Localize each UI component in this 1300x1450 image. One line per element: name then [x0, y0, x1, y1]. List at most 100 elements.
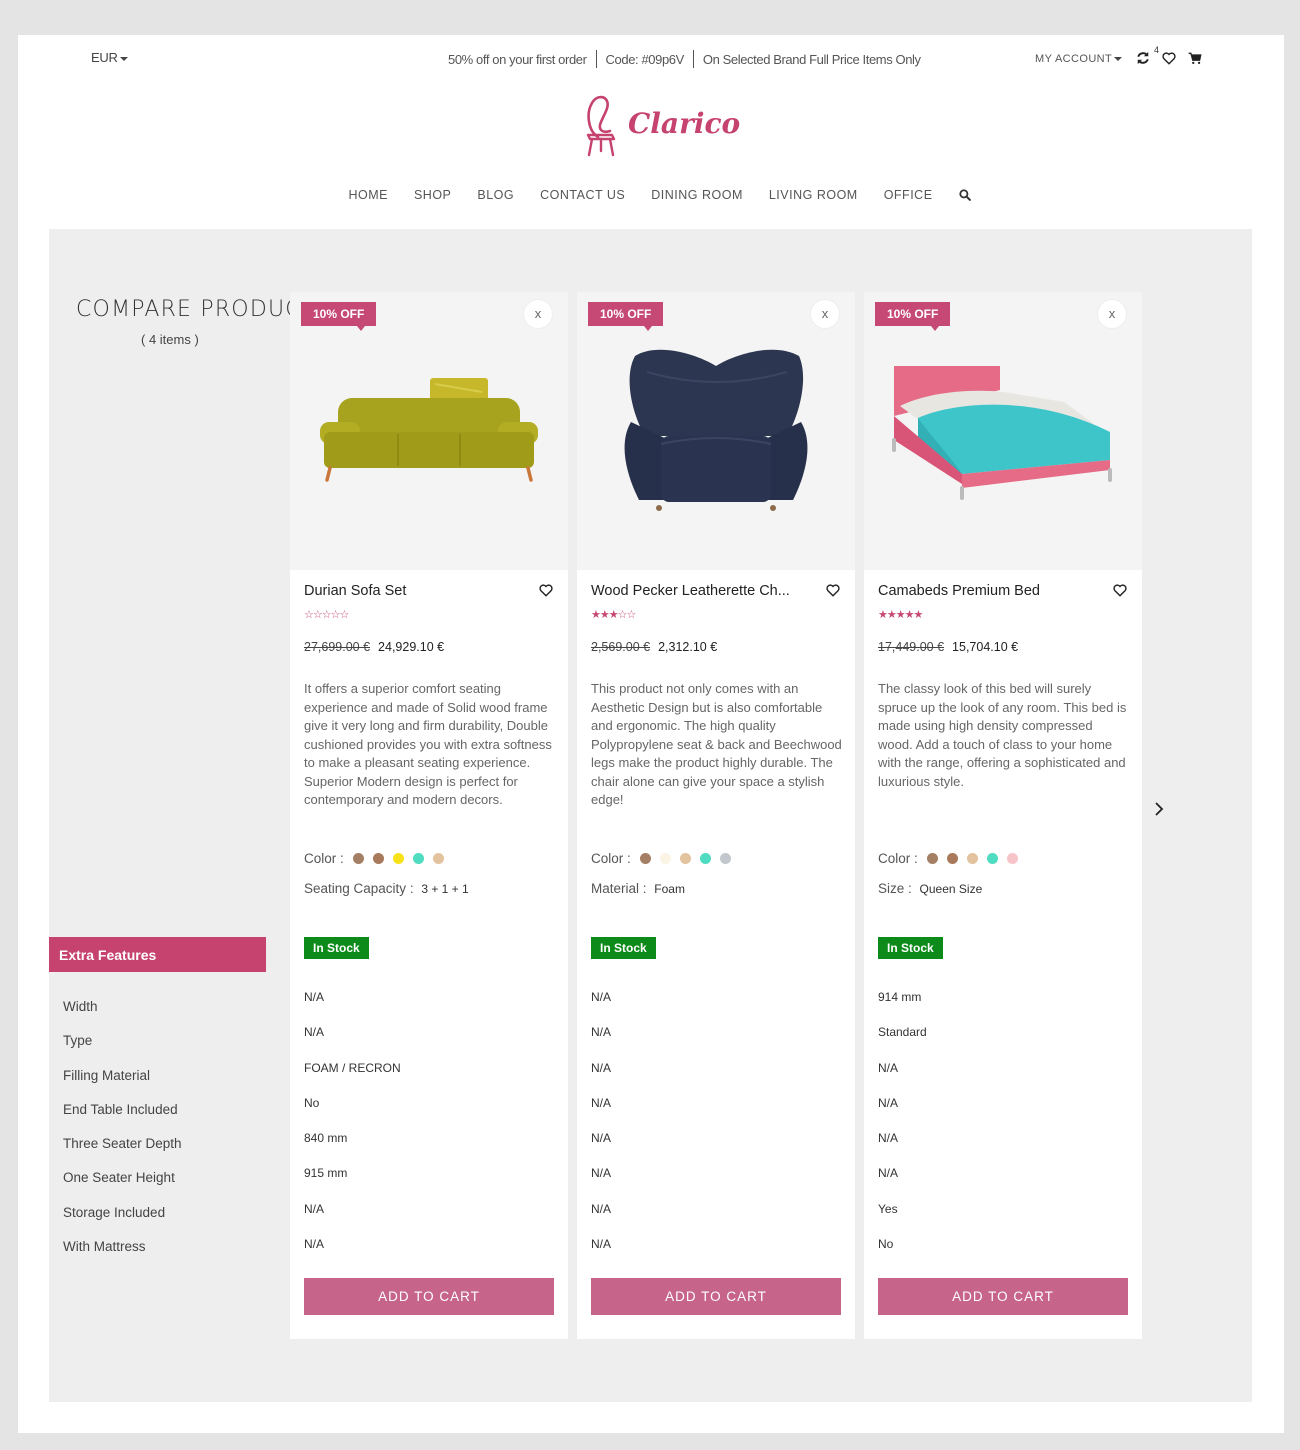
remove-product-button[interactable]: x: [523, 299, 553, 329]
add-to-cart-button[interactable]: ADD TO CART: [304, 1278, 554, 1315]
feature-value: FOAM / RECRON: [304, 1060, 401, 1075]
promo-note: On Selected Brand Full Price Items Only: [702, 51, 921, 67]
old-price: 2,569.00 €: [591, 640, 651, 654]
color-swatch[interactable]: [392, 853, 404, 864]
attribute-value: 3 + 1 + 1: [421, 882, 469, 896]
product-description: It offers a superior comfort seating exp…: [304, 681, 552, 807]
add-to-cart-button[interactable]: ADD TO CART: [591, 1278, 841, 1315]
attribute-value: Foam: [654, 882, 685, 896]
color-options: Color :: [304, 851, 444, 866]
stock-status-badge: In Stock: [304, 937, 369, 959]
color-swatch[interactable]: [1006, 853, 1018, 864]
feature-value: N/A: [304, 990, 325, 1004]
sale-price: 15,704.10 €: [952, 640, 1019, 654]
remove-product-button[interactable]: x: [1097, 299, 1127, 329]
feature-value: N/A: [591, 1237, 612, 1252]
color-swatch[interactable]: [659, 853, 671, 864]
color-label: Color :: [591, 851, 631, 866]
color-swatch[interactable]: [946, 853, 958, 864]
wishlist-heart-icon[interactable]: [539, 584, 553, 597]
product-name[interactable]: Durian Sofa Set: [304, 583, 534, 599]
feature-value: 915 mm: [304, 1166, 348, 1181]
color-options: Color :: [878, 851, 1018, 866]
product-image-area[interactable]: 10% OFF x: [290, 292, 568, 570]
feature-value: No: [304, 1095, 320, 1110]
product-image-area[interactable]: 10% OFF x: [577, 292, 855, 570]
feature-value: Yes: [878, 1201, 898, 1216]
stock-status-badge: In Stock: [591, 937, 656, 959]
add-to-cart-button[interactable]: ADD TO CART: [878, 1278, 1128, 1315]
color-swatch[interactable]: [719, 853, 731, 864]
promo-offer: 50% off on your first order: [448, 51, 587, 67]
feature-value: N/A: [878, 1060, 899, 1075]
color-swatch[interactable]: [926, 853, 938, 864]
brand-logo[interactable]: Clarico: [580, 91, 740, 161]
feature-values: 914 mm Standard N/A N/A N/A N/A Yes No: [878, 990, 927, 1272]
feature-value: N/A: [878, 1095, 899, 1110]
discount-badge: 10% OFF: [875, 302, 951, 331]
compare-button[interactable]: 4: [1136, 45, 1159, 65]
product-attribute: Material : Foam: [591, 881, 685, 896]
color-swatch[interactable]: [352, 853, 364, 864]
feature-label-type: Type: [63, 1033, 93, 1049]
currency-selector[interactable]: EUR: [91, 50, 128, 65]
color-swatch[interactable]: [639, 853, 651, 864]
chair-logo-icon: [586, 95, 616, 157]
caret-down-icon: [119, 56, 128, 61]
product-attribute: Size : Queen Size: [878, 881, 983, 896]
feature-label-width: Width: [63, 999, 98, 1014]
my-account-menu[interactable]: MY ACCOUNT: [1035, 53, 1123, 65]
divider: [692, 50, 694, 68]
product-name[interactable]: Wood Pecker Leatherette Ch...: [591, 583, 821, 599]
compare-item-count: ( 4 items ): [141, 332, 199, 347]
nav-item-dining-room[interactable]: DINING ROOM: [651, 188, 743, 202]
feature-value: N/A: [878, 1131, 899, 1146]
product-card: 10% OFF x Camabeds Premium Bed ★★★★★ 17,…: [864, 292, 1142, 1339]
product-image-area[interactable]: 10% OFF x: [864, 292, 1142, 570]
nav-item-home[interactable]: HOME: [348, 188, 388, 202]
feature-label-mattress: With Mattress: [63, 1239, 146, 1255]
wishlist-heart-icon[interactable]: [826, 584, 840, 597]
discount-badge: 10% OFF: [301, 302, 377, 331]
nav-item-living-room[interactable]: LIVING ROOM: [769, 188, 858, 202]
extra-features-heading: Extra Features: [49, 937, 266, 972]
rating-stars: ☆☆☆☆☆: [304, 609, 349, 621]
header-icons: 4: [1136, 45, 1202, 65]
color-swatch[interactable]: [412, 853, 424, 864]
feature-value: N/A: [304, 1025, 325, 1040]
nav-item-blog[interactable]: BLOG: [477, 188, 514, 202]
feature-value: N/A: [591, 1025, 612, 1040]
chevron-right-icon[interactable]: [1153, 801, 1165, 817]
color-swatch[interactable]: [432, 853, 444, 864]
old-price: 17,449.00 €: [878, 640, 945, 654]
compare-count-badge: 4: [1154, 45, 1160, 55]
old-price: 27,699.00 €: [304, 640, 371, 654]
product-name[interactable]: Camabeds Premium Bed: [878, 583, 1108, 599]
feature-value: N/A: [591, 990, 612, 1004]
wishlist-heart-icon[interactable]: [1113, 584, 1127, 597]
color-swatch[interactable]: [679, 853, 691, 864]
feature-value: N/A: [591, 1166, 612, 1181]
feature-labels: Width Type Filling Material End Table In…: [63, 999, 182, 1273]
color-swatch[interactable]: [986, 853, 998, 864]
caret-down-icon: [1114, 57, 1123, 62]
sale-price: 24,929.10 €: [378, 640, 445, 654]
search-icon[interactable]: [958, 189, 971, 201]
price: 27,699.00 € 24,929.10 €: [304, 640, 444, 654]
color-swatch[interactable]: [699, 853, 711, 864]
nav-item-contact-us[interactable]: CONTACT US: [540, 188, 625, 202]
feature-value: N/A: [878, 1166, 899, 1181]
page-frame: EUR 50% off on your first order Code: #0…: [18, 35, 1284, 1433]
feature-values: N/A N/A N/A N/A N/A N/A N/A N/A: [591, 990, 611, 1272]
feature-label-storage: Storage Included: [63, 1204, 166, 1220]
color-swatch[interactable]: [372, 853, 384, 864]
cart-icon[interactable]: [1188, 52, 1202, 65]
color-swatch[interactable]: [966, 853, 978, 864]
nav-item-office[interactable]: OFFICE: [884, 188, 933, 202]
color-label: Color :: [304, 851, 344, 866]
remove-product-button[interactable]: x: [810, 299, 840, 329]
sale-price: 2,312.10 €: [658, 640, 718, 654]
heart-icon[interactable]: [1162, 51, 1176, 65]
nav-item-shop[interactable]: SHOP: [414, 188, 451, 202]
product-description: The classy look of this bed will surely …: [878, 681, 1127, 789]
